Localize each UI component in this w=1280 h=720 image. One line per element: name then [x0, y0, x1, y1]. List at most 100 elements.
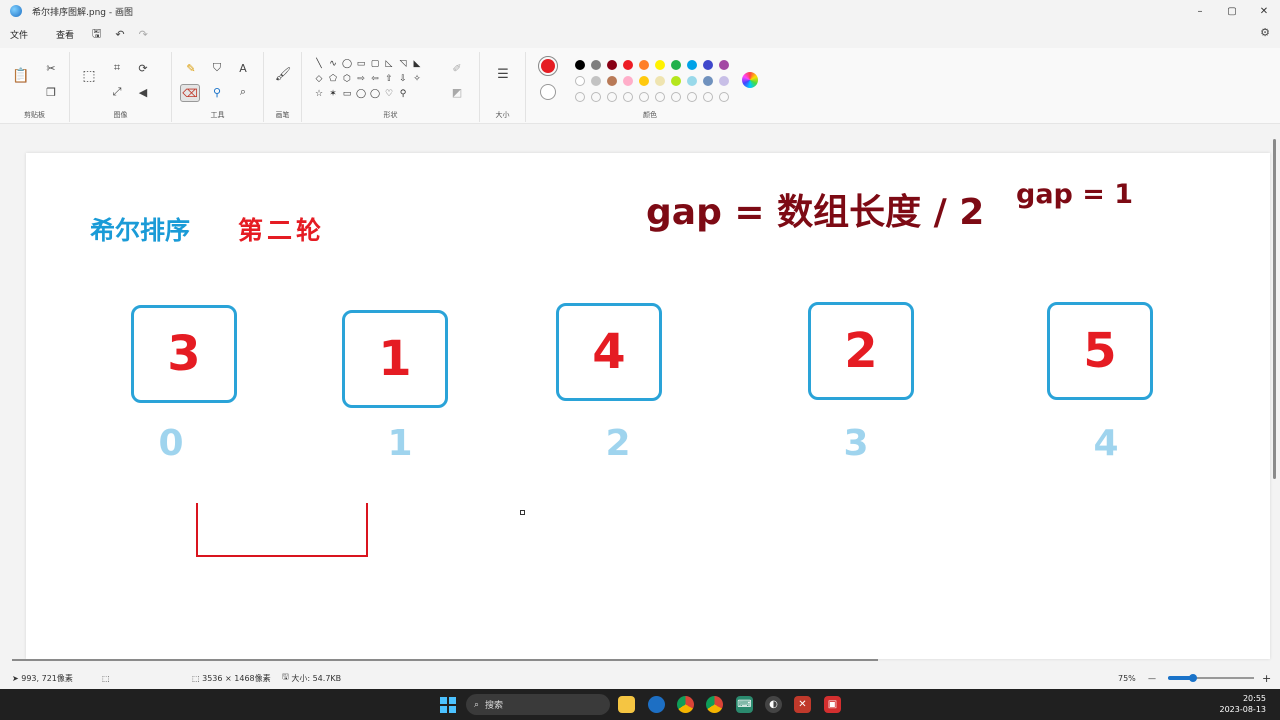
color-swatch-0-8[interactable]	[703, 60, 713, 70]
shape-option-23[interactable]: ♡	[382, 86, 396, 101]
shape-option-0[interactable]: ╲	[312, 56, 326, 71]
color-swatch-0-9[interactable]	[719, 60, 729, 70]
shape-option-2[interactable]: ◯	[340, 56, 354, 71]
shape-option-19[interactable]: ✶	[326, 86, 340, 101]
color-swatch-2-4[interactable]	[639, 92, 649, 102]
zoom-slider-handle[interactable]	[1189, 674, 1197, 682]
color-swatch-1-1[interactable]	[591, 76, 601, 86]
color-swatch-0-6[interactable]	[671, 60, 681, 70]
secondary-color[interactable]	[540, 84, 556, 100]
canvas[interactable]: 希尔排序 第二轮 gap = 数组长度 / 2 gap = 1 3 1 4 2 …	[26, 153, 1270, 659]
shape-option-20[interactable]: ▭	[340, 86, 354, 101]
minimize-button[interactable]: –	[1184, 0, 1216, 22]
shape-option-6[interactable]: ◹	[396, 56, 410, 71]
color-swatch-1-9[interactable]	[719, 76, 729, 86]
app-icon[interactable]: ◐	[765, 696, 782, 713]
shape-option-22[interactable]: ◯	[368, 86, 382, 101]
shape-option-1[interactable]: ∿	[326, 56, 340, 71]
shape-option-4[interactable]: ▢	[368, 56, 382, 71]
pencil-icon[interactable]: ✎	[182, 60, 200, 76]
close-button[interactable]: ✕	[1248, 0, 1280, 22]
horizontal-scrollbar[interactable]	[12, 659, 878, 661]
shape-option-18[interactable]: ☆	[312, 86, 326, 101]
vertical-scrollbar[interactable]	[1273, 139, 1276, 479]
shape-option-16[interactable]: ✧	[410, 71, 424, 86]
redo-icon[interactable]: ↷	[139, 28, 148, 41]
crop-icon[interactable]: ⌗	[108, 60, 126, 76]
brush-icon[interactable]: 🖌	[274, 66, 292, 82]
save-icon[interactable]: 🖫	[92, 25, 101, 44]
color-swatch-1-6[interactable]	[671, 76, 681, 86]
edit-colors-icon[interactable]	[742, 72, 758, 88]
primary-color[interactable]	[538, 56, 558, 76]
flip-icon[interactable]: ◀	[134, 84, 152, 100]
color-swatch-1-8[interactable]	[703, 76, 713, 86]
shape-option-26[interactable]	[424, 86, 438, 101]
shape-fill-icon[interactable]: ◩	[448, 84, 466, 100]
color-swatch-0-1[interactable]	[591, 60, 601, 70]
taskbar-search[interactable]: ⌕ 搜索	[466, 694, 610, 715]
shape-option-3[interactable]: ▭	[354, 56, 368, 71]
color-swatch-0-5[interactable]	[655, 60, 665, 70]
color-swatch-1-2[interactable]	[607, 76, 617, 86]
outline-icon[interactable]: ✐	[448, 60, 466, 76]
zoom-in-button[interactable]: +	[1262, 672, 1271, 685]
shape-option-24[interactable]: ⚲	[396, 86, 410, 101]
shape-option-5[interactable]: ◺	[382, 56, 396, 71]
shape-option-15[interactable]: ⇩	[396, 71, 410, 86]
fill-icon[interactable]: ⛉	[208, 60, 226, 76]
xmind-icon[interactable]: ✕	[794, 696, 811, 713]
eraser-icon[interactable]: ⌫	[180, 84, 200, 102]
shape-option-17[interactable]	[424, 71, 438, 86]
menu-file[interactable]: 文件	[10, 28, 28, 41]
cut-icon[interactable]: ✂	[42, 60, 60, 76]
chrome-icon[interactable]	[677, 696, 694, 713]
settings-icon[interactable]: ⚙	[1260, 26, 1270, 39]
resize-icon[interactable]: ⤢	[108, 84, 126, 100]
select-icon[interactable]: ⬚	[80, 68, 98, 84]
zoom-out-button[interactable]: —	[1148, 674, 1156, 683]
color-swatch-2-9[interactable]	[719, 92, 729, 102]
shape-option-13[interactable]: ⇦	[368, 71, 382, 86]
color-swatch-2-7[interactable]	[687, 92, 697, 102]
paint-taskbar-icon[interactable]	[648, 696, 665, 713]
code-editor-icon[interactable]: ⌨	[736, 696, 753, 713]
color-swatch-2-0[interactable]	[575, 92, 585, 102]
file-explorer-icon[interactable]	[618, 696, 635, 713]
zoom-level[interactable]: 75%	[1118, 674, 1136, 683]
color-swatch-1-5[interactable]	[655, 76, 665, 86]
color-swatch-0-2[interactable]	[607, 60, 617, 70]
color-swatch-2-6[interactable]	[671, 92, 681, 102]
paste-icon[interactable]: 📋	[12, 68, 30, 84]
line-size-icon[interactable]: ☰	[494, 66, 512, 82]
color-swatch-2-5[interactable]	[655, 92, 665, 102]
document-app-icon[interactable]: ▣	[824, 696, 841, 713]
color-swatch-2-2[interactable]	[607, 92, 617, 102]
chrome-dev-icon[interactable]	[706, 696, 723, 713]
color-swatch-0-4[interactable]	[639, 60, 649, 70]
start-button[interactable]	[440, 697, 456, 713]
rotate-icon[interactable]: ⟳	[134, 60, 152, 76]
color-picker-icon[interactable]: ⚲	[208, 84, 226, 100]
shape-option-25[interactable]	[410, 86, 424, 101]
text-tool-icon[interactable]: A	[234, 60, 252, 76]
shape-option-8[interactable]	[424, 56, 438, 71]
shape-option-11[interactable]: ⬡	[340, 71, 354, 86]
magnifier-icon[interactable]: ⌕	[234, 84, 252, 100]
shape-option-9[interactable]: ◇	[312, 71, 326, 86]
undo-icon[interactable]: ↶	[115, 28, 124, 41]
color-swatch-1-0[interactable]	[575, 76, 585, 86]
menu-view[interactable]: 查看	[56, 28, 74, 41]
copy-icon[interactable]: ❐	[42, 84, 60, 100]
color-swatch-2-1[interactable]	[591, 92, 601, 102]
maximize-button[interactable]: ▢	[1216, 0, 1248, 22]
color-swatch-2-3[interactable]	[623, 92, 633, 102]
shape-option-12[interactable]: ⇨	[354, 71, 368, 86]
color-swatch-1-3[interactable]	[623, 76, 633, 86]
system-clock[interactable]: 20:55 2023-08-13	[1220, 693, 1267, 715]
color-swatch-0-7[interactable]	[687, 60, 697, 70]
color-swatch-0-3[interactable]	[623, 60, 633, 70]
color-swatch-0-0[interactable]	[575, 60, 585, 70]
shape-option-10[interactable]: ⬠	[326, 71, 340, 86]
color-swatch-2-8[interactable]	[703, 92, 713, 102]
